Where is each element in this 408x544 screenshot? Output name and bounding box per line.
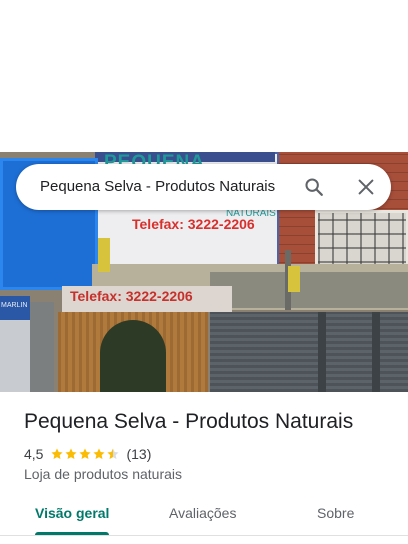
photo-left-store-sign: MARLIN: [0, 296, 30, 320]
place-category[interactable]: Loja de produtos naturais: [24, 466, 182, 482]
search-input[interactable]: Pequena Selva - Produtos Naturais: [40, 178, 275, 195]
star-icon: [79, 448, 92, 460]
photo-lamp: [288, 266, 300, 292]
photo-arch-doorway: [100, 320, 166, 392]
place-title: Pequena Selva - Produtos Naturais: [24, 410, 354, 433]
photo-awning: [210, 272, 408, 308]
photo-shutter-post: [318, 312, 326, 392]
review-count[interactable]: (13): [126, 446, 151, 462]
photo-shutter-post: [372, 312, 380, 392]
search-bar[interactable]: Pequena Selva - Produtos Naturais: [16, 164, 391, 210]
photo-telefax-upper: Telefax: 3222-2206: [132, 216, 255, 232]
search-icon[interactable]: [303, 176, 325, 198]
star-icon: [93, 448, 106, 460]
photo-lamp: [98, 238, 110, 272]
blank-top-area: [0, 0, 408, 152]
star-icon: [107, 448, 120, 460]
tabs-divider: [0, 535, 408, 536]
photo-telefax-lower: Telefax: 3222-2206: [70, 288, 193, 304]
close-icon[interactable]: [355, 176, 377, 198]
tab-overview[interactable]: Visão geral: [35, 505, 109, 521]
star-icon: [65, 448, 78, 460]
tab-reviews[interactable]: Avaliações: [169, 505, 236, 521]
rating-row[interactable]: 4,5 (13): [24, 445, 151, 463]
rating-stars: [50, 447, 120, 461]
photo-pillar: [30, 302, 54, 392]
photo-left-store-sign-text: MARLIN: [1, 302, 28, 309]
rating-value: 4,5: [24, 446, 44, 462]
tab-about[interactable]: Sobre: [317, 505, 354, 521]
star-icon: [51, 448, 64, 460]
